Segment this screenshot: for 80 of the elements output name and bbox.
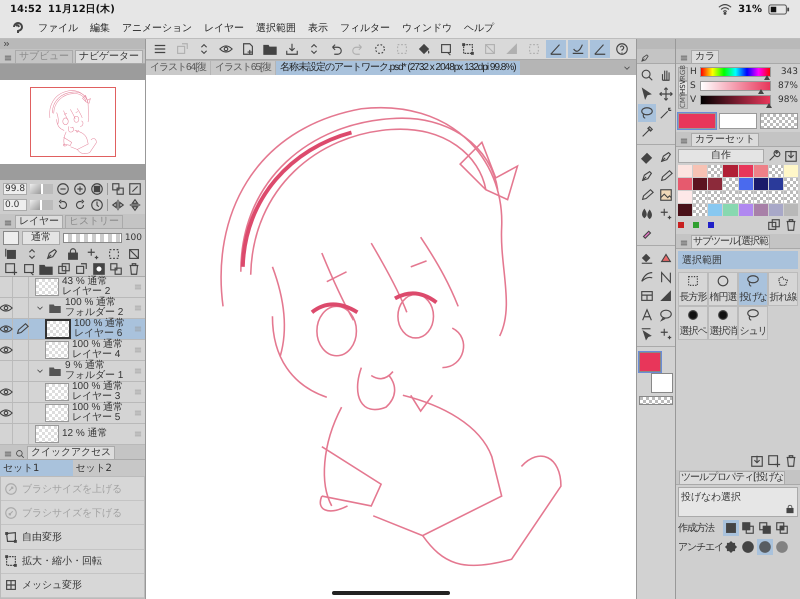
slider-label: H (690, 67, 697, 77)
zoom-field[interactable]: 99.8 (3, 183, 28, 195)
document-tab[interactable]: 名称未設定のアートワーク.psd* (2732 x 2048px 132dpi 99.8%) (276, 60, 520, 74)
set-tab[interactable]: セット1 (0, 460, 72, 476)
clock-time: 14:52 (10, 4, 42, 14)
menu-item[interactable]: ヘルプ (464, 21, 494, 35)
blend-mode-select[interactable]: 通常 (22, 230, 60, 244)
sub-tool-label: 折れ線 (770, 291, 796, 304)
menu-item[interactable]: 選択範囲 (256, 21, 296, 35)
date-text: 11月12日(木) (48, 2, 115, 16)
layer-name: レイヤー 4 (72, 350, 122, 360)
menu-item[interactable]: ウィンドウ (402, 21, 452, 35)
quick-access-label: 拡大・縮小・回転 (22, 554, 102, 568)
slider-value: 343 (780, 67, 798, 77)
sub-tool-label: シュリ (740, 325, 766, 338)
quick-access-item[interactable]: 自由変形 (1, 525, 144, 550)
sub-tool-label: 選択消 (710, 324, 736, 338)
sub-tool-group[interactable]: 選択範囲 (678, 251, 798, 269)
sub-tool-item[interactable]: 選択消 (708, 306, 738, 340)
layer-name: レイヤー 3 (72, 392, 120, 402)
opacity-field[interactable]: 100 (124, 232, 142, 242)
layer-row[interactable]: 100 % 通常 レイヤー 5 (0, 403, 145, 424)
quick-access-label: 自由変形 (22, 530, 62, 544)
set-tab[interactable]: セット2 (72, 460, 145, 476)
layer-name: フォルダー 2 (65, 308, 124, 318)
layer-opacity-mode: 9 % 通常 (65, 361, 106, 371)
sub-tool-item[interactable]: 選択ペ (678, 306, 708, 340)
quick-access-item[interactable]: 拡大・縮小・回転 (1, 550, 144, 574)
document-tab[interactable]: イラスト64[復 (146, 60, 210, 74)
menu-item[interactable]: フィルター (340, 21, 390, 35)
layer-row[interactable]: 9 % 通常 フォルダー 1 (0, 361, 145, 382)
slider-value: 87% (776, 81, 798, 91)
slider-value: 98% (776, 95, 798, 105)
layer-opacity-mode: 43 % 通常 (62, 277, 109, 287)
layer-name: レイヤー 2 (62, 287, 110, 297)
battery-percent: 31% (738, 4, 762, 14)
sub-tool-label: 長方形 (680, 290, 706, 304)
layer-row[interactable]: 100 % 通常 レイヤー 4 (0, 340, 145, 361)
panel-tab[interactable]: ナビゲーター (75, 50, 143, 63)
sub-tool-item[interactable]: 折れ線 (768, 272, 798, 306)
slider-label: S (690, 81, 697, 91)
sub-tool-item[interactable]: シュリ (738, 306, 768, 340)
layer-name: レイヤー 6 (74, 329, 124, 339)
menu-item[interactable]: アニメーション (122, 21, 192, 35)
sub-tool-item[interactable]: 楕円選 (708, 272, 738, 306)
layer-row[interactable]: 100 % 通常 レイヤー 3 (0, 382, 145, 403)
document-tab[interactable]: イラスト65[復 (210, 60, 275, 74)
layer-name: レイヤー 5 (72, 413, 122, 423)
property-label: 作成方法 (678, 522, 716, 535)
layer-row[interactable]: 43 % 通常 レイヤー 2 (0, 277, 145, 298)
layer-opacity-mode: 100 % 通常 (72, 382, 124, 392)
panel-tab[interactable]: カラ (691, 50, 719, 63)
sub-tool-label: 投げな (740, 290, 766, 304)
layer-name: フォルダー 1 (65, 371, 124, 381)
menu-item[interactable]: レイヤー (204, 21, 244, 35)
quick-access-label: メッシュ変形 (22, 578, 82, 592)
layer-opacity-mode: 100 % 通常 (74, 319, 126, 329)
panel-tab[interactable]: カラーセット (691, 133, 759, 146)
layer-opacity-mode: 12 % 通常 (62, 429, 108, 439)
tool-name: 投げなわ選択 (681, 490, 742, 504)
layer-row[interactable]: 100 % 通常 レイヤー 6 (0, 319, 145, 340)
layer-opacity-mode: 100 % 通常 (72, 403, 124, 413)
panel-tab[interactable]: サブツール[選択範 (691, 235, 770, 248)
menu-item[interactable]: ファイル (38, 21, 78, 35)
color-set-select[interactable]: 自作 (678, 149, 764, 163)
property-label: アンチエイ (678, 541, 722, 554)
sub-tool-label: 選択ペ (680, 325, 706, 338)
sub-tool-label: 楕円選 (710, 290, 736, 304)
panel-title[interactable]: クイックアクセス (27, 446, 115, 459)
panel-tab[interactable]: レイヤー (15, 215, 63, 228)
layer-opacity-mode: 100 % 通常 (72, 340, 124, 350)
slider-label: V (690, 95, 697, 105)
sub-tool-item[interactable]: 長方形 (678, 272, 708, 306)
panel-tab[interactable]: ツールプロパティ[投げな (679, 471, 785, 484)
sub-tool-item[interactable]: 投げな (738, 272, 768, 306)
angle-field[interactable]: 0.0 (3, 199, 28, 211)
layer-opacity-mode: 100 % 通常 (65, 298, 118, 308)
menu-item[interactable]: 表示 (308, 21, 328, 35)
menu-item[interactable]: 編集 (90, 21, 110, 35)
quick-access-item[interactable]: メッシュ変形 (1, 574, 144, 598)
